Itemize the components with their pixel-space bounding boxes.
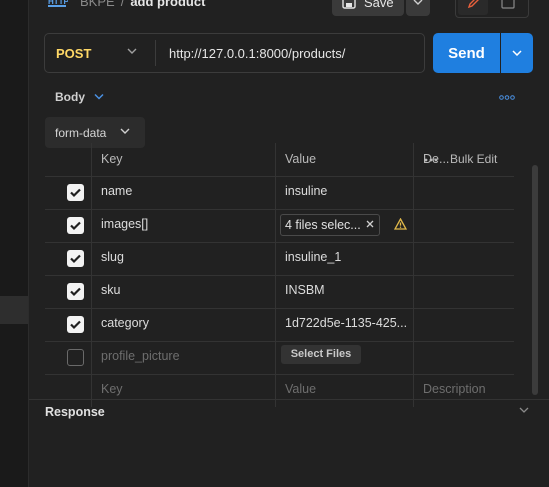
chevron-down-icon xyxy=(413,0,423,5)
more-horizontal-icon[interactable] xyxy=(424,158,438,162)
value-cell[interactable]: 1d722d5e-1135-425... xyxy=(285,316,410,330)
breadcrumb-collection[interactable]: BKPE xyxy=(80,0,115,9)
send-button[interactable]: Send xyxy=(433,33,500,73)
docs-mode-button[interactable] xyxy=(496,0,520,13)
url-divider xyxy=(155,40,156,66)
table-placeholder-row: Key Value Description xyxy=(45,374,514,407)
pencil-icon xyxy=(467,0,479,9)
http-request-icon: HTTP xyxy=(48,0,68,7)
breadcrumb-separator: / xyxy=(120,0,125,9)
edit-mode-button[interactable] xyxy=(458,0,488,15)
save-options-button[interactable] xyxy=(406,0,430,16)
check-icon xyxy=(70,320,81,330)
url-input[interactable]: http://127.0.0.1:8000/products/ xyxy=(169,46,345,61)
description-cell[interactable] xyxy=(413,209,514,242)
row-checkbox[interactable] xyxy=(67,217,84,234)
description-cell[interactable] xyxy=(413,341,514,374)
value-placeholder[interactable]: Value xyxy=(285,382,410,396)
column-header-key: Key xyxy=(101,152,123,166)
chevron-down-icon[interactable] xyxy=(519,407,529,413)
select-files-button[interactable]: Select Files xyxy=(281,345,361,364)
sidebar-selected-item[interactable] xyxy=(0,296,28,324)
description-cell[interactable] xyxy=(413,308,514,341)
selected-files-chip[interactable]: 4 files selec... xyxy=(280,214,380,236)
send-options-button[interactable] xyxy=(501,33,533,73)
response-divider[interactable] xyxy=(29,399,549,400)
description-cell[interactable] xyxy=(413,275,514,308)
close-icon[interactable] xyxy=(365,219,375,229)
collections-sidebar xyxy=(0,0,29,487)
key-cell[interactable]: profile_picture xyxy=(101,349,180,363)
more-options-icon[interactable] xyxy=(499,95,515,100)
save-button[interactable]: Save xyxy=(332,0,404,16)
row-checkbox[interactable] xyxy=(67,250,84,267)
key-cell[interactable]: slug xyxy=(101,250,124,264)
document-icon xyxy=(501,0,515,9)
table-row: category 1d722d5e-1135-425... xyxy=(45,308,514,342)
table-row: sku INSBM xyxy=(45,275,514,309)
value-cell[interactable]: INSBM xyxy=(285,283,410,297)
value-cell[interactable]: insuline xyxy=(285,184,410,198)
row-checkbox[interactable] xyxy=(67,316,84,333)
row-checkbox[interactable] xyxy=(67,349,84,366)
table-scrollbar[interactable] xyxy=(532,165,538,395)
table-header-row: Key Value De... xyxy=(45,143,514,177)
response-panel-title[interactable]: Response xyxy=(45,405,105,419)
row-checkbox[interactable] xyxy=(67,184,84,201)
bulk-edit-link[interactable]: Bulk Edit xyxy=(450,152,497,166)
table-row: name insuline xyxy=(45,176,514,210)
view-toggle-group xyxy=(455,0,529,18)
chevron-down-icon[interactable] xyxy=(127,48,137,54)
value-cell[interactable]: insuline_1 xyxy=(285,250,410,264)
chevron-down-icon xyxy=(512,50,522,56)
check-icon xyxy=(70,254,81,264)
save-icon xyxy=(342,0,356,9)
body-mode-label: form-data xyxy=(55,126,107,140)
description-cell[interactable] xyxy=(413,242,514,275)
breadcrumb: BKPE / add product xyxy=(80,0,205,9)
chevron-down-icon[interactable] xyxy=(93,93,105,100)
key-cell[interactable]: images[] xyxy=(101,217,148,231)
save-label: Save xyxy=(364,0,394,10)
tab-body[interactable]: Body xyxy=(55,90,85,104)
key-cell[interactable]: sku xyxy=(101,283,120,297)
column-header-value: Value xyxy=(285,152,317,166)
table-row: images[] 4 files selec... xyxy=(45,209,514,243)
key-cell[interactable]: name xyxy=(101,184,132,198)
chevron-down-icon xyxy=(120,128,130,134)
http-method-select[interactable]: POST xyxy=(56,46,91,61)
key-placeholder[interactable]: Key xyxy=(101,382,123,396)
url-bar: POST http://127.0.0.1:8000/products/ xyxy=(44,33,425,73)
description-cell[interactable] xyxy=(413,176,514,209)
table-row: profile_picture Select Files xyxy=(45,341,514,375)
description-placeholder[interactable]: Description xyxy=(423,382,486,396)
table-row: slug insuline_1 xyxy=(45,242,514,276)
row-checkbox[interactable] xyxy=(67,283,84,300)
selected-files-label: 4 files selec... xyxy=(285,218,361,232)
warning-icon[interactable] xyxy=(394,218,407,230)
key-cell[interactable]: category xyxy=(101,316,149,330)
check-icon xyxy=(70,188,81,198)
request-title[interactable]: add product xyxy=(130,0,205,9)
check-icon xyxy=(70,287,81,297)
check-icon xyxy=(70,221,81,231)
